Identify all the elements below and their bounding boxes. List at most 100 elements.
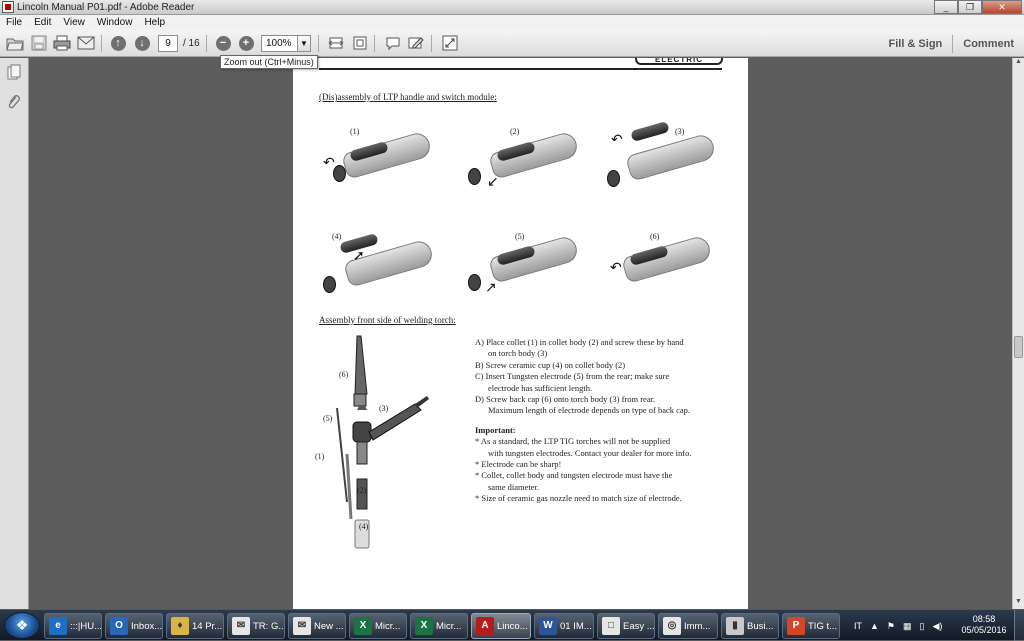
previous-page-icon[interactable]: ↑ [108,34,128,52]
figure-handle-step-1: (1) ↶ [315,120,435,200]
language-indicator[interactable]: IT [854,621,862,631]
save-icon[interactable] [29,34,49,52]
minimize-button[interactable]: _ [934,0,958,14]
excel-icon: X [354,617,372,635]
volume-icon[interactable]: ◀) [932,621,942,632]
mail-icon: ✉ [232,617,250,635]
toolbar-separator [101,35,102,52]
important-item: * As a standard, the LTP TIG torches wil… [475,436,671,447]
open-folder-icon[interactable] [5,34,25,52]
figure-handle-step-3: (3) ↶ [605,120,725,200]
attachments-icon[interactable] [7,94,21,110]
taskbar-item-imm[interactable]: ◎ Imm... [658,613,718,639]
sticky-note-icon[interactable] [383,34,403,52]
taskbar-item-excel-1[interactable]: X Micr... [349,613,407,639]
menu-view[interactable]: View [63,17,85,28]
toolbar-separator [374,35,375,52]
excel-icon: X [415,617,433,635]
clock-time: 08:58 [972,614,996,624]
image-viewer-icon: ◎ [663,617,681,635]
outlook-icon: O [110,617,128,635]
internet-explorer-icon: e [49,617,67,635]
zoom-dropdown-icon[interactable]: ▼ [297,35,311,52]
toolbar: ↑ ↓ 9 / 16 − + 100% ▼ Fill & Sign Commen… [0,30,1024,57]
menu-file[interactable]: File [6,17,22,28]
expand-tray-icon[interactable]: ▲ [870,621,879,631]
system-clock[interactable]: 08:58 05/05/2016 [958,614,1010,636]
comment-link[interactable]: Comment [953,38,1024,50]
section-heading-assembly: Assembly front side of welding torch: [319,315,456,325]
taskbar-item-ie[interactable]: e :::|HU... [44,613,102,639]
scroll-up-icon[interactable]: ▲ [1013,58,1024,69]
maximize-button[interactable]: ❐ [958,0,982,14]
torch-exploded-diagram: (6) (3) (5) (1) (2) (4) [315,334,461,550]
mail-icon: ✉ [293,617,311,635]
taskbar-item-business[interactable]: ▮ Busi... [721,613,779,639]
network-icon[interactable]: ▦ [903,621,912,632]
pdf-page: ELECTRIC (Dis)assembly of LTP handle and… [293,58,748,609]
menu-help[interactable]: Help [144,17,165,28]
flag-icon[interactable]: ⚑ [887,621,895,632]
system-tray: IT ▲ ⚑ ▦ ▯ ◀) [850,614,946,638]
full-screen-icon[interactable] [440,34,460,52]
important-item: * Collet, collet body and tungsten elect… [475,470,673,481]
page-thumbnails-icon[interactable] [7,64,21,80]
show-desktop-button[interactable] [1014,610,1024,641]
navigation-panel [0,58,29,609]
title-bar: Lincoln Manual P01.pdf - Adobe Reader _ … [0,0,1024,15]
toolbar-separator [318,35,319,52]
figure-handle-step-4: (4) ➚ [315,230,435,310]
zoom-in-icon[interactable]: + [236,34,256,52]
folder-icon: ▮ [726,617,744,635]
print-icon[interactable] [52,34,72,52]
scroll-thumb[interactable] [1014,336,1023,358]
scroll-down-icon[interactable]: ▼ [1013,598,1024,609]
taskbar-item-adobe-reader[interactable]: A Linco... [471,613,531,639]
window-title: Lincoln Manual P01.pdf - Adobe Reader [17,1,195,13]
adobe-reader-icon [2,1,14,13]
taskbar-item-mail-tr[interactable]: ✉ TR: G... [227,613,285,639]
instruction-line: Maximum length of electrode depends on t… [488,405,691,416]
page-number-input[interactable]: 9 [158,35,178,52]
important-heading: Important: [475,424,516,435]
clock-date: 05/05/2016 [961,625,1007,635]
next-page-icon[interactable]: ↓ [132,34,152,52]
assembly-instructions: A) Place collet (1) in collet body (2) a… [475,337,735,505]
vertical-scrollbar[interactable]: ▲ ▼ [1012,58,1024,609]
instruction-line: D) Screw back cap (6) onto torch body (3… [475,394,656,405]
menu-window[interactable]: Window [97,17,133,28]
section-heading-disassembly: (Dis)assembly of LTP handle and switch m… [319,92,497,102]
close-button[interactable]: ✕ [982,0,1022,14]
menu-edit[interactable]: Edit [34,17,51,28]
fill-sign-link[interactable]: Fill & Sign [878,38,952,50]
toolbar-separator [431,35,432,52]
figure-handle-step-5: (5) ↗ [465,230,585,310]
zoom-out-icon[interactable]: − [213,34,233,52]
lincoln-electric-logo: ELECTRIC [635,58,723,65]
battery-icon[interactable]: ▯ [920,621,925,632]
email-icon[interactable] [76,34,96,52]
sign-pen-icon[interactable] [406,34,426,52]
zoom-level-input[interactable]: 100% [261,35,299,52]
fit-width-icon[interactable] [326,34,346,52]
start-button[interactable]: ❖ [4,612,40,639]
taskbar-item-excel-2[interactable]: X Micr... [410,613,468,639]
taskbar-item-mail-new[interactable]: ✉ New ... [288,613,346,639]
toolbar-separator [206,35,207,52]
easy-app-icon: □ [602,617,620,635]
header-rule [319,68,722,70]
fit-page-icon[interactable] [350,34,370,52]
taskbar-item-reminder[interactable]: ♦ 14 Pr... [166,613,224,639]
powerpoint-icon: P [787,617,805,635]
taskbar-item-word[interactable]: W 01 IM... [534,613,594,639]
instruction-line: electrode has sufficient length. [488,382,593,393]
taskbar-item-powerpoint[interactable]: P TIG t... [782,613,840,639]
taskbar-item-outlook[interactable]: O Inbox... [105,613,163,639]
instruction-line: B) Screw ceramic cup (4) on collet body … [475,359,626,370]
figure-handle-step-2: (2) ↙ [465,120,585,200]
document-view[interactable]: ELECTRIC (Dis)assembly of LTP handle and… [30,58,1012,609]
window-controls: _ ❐ ✕ [934,0,1022,14]
windows-taskbar: ❖ e :::|HU... O Inbox... ♦ 14 Pr... ✉ TR… [0,609,1024,641]
important-item: * Size of ceramic gas nozzle need to mat… [475,493,682,504]
taskbar-item-easy[interactable]: □ Easy ... [597,613,655,639]
